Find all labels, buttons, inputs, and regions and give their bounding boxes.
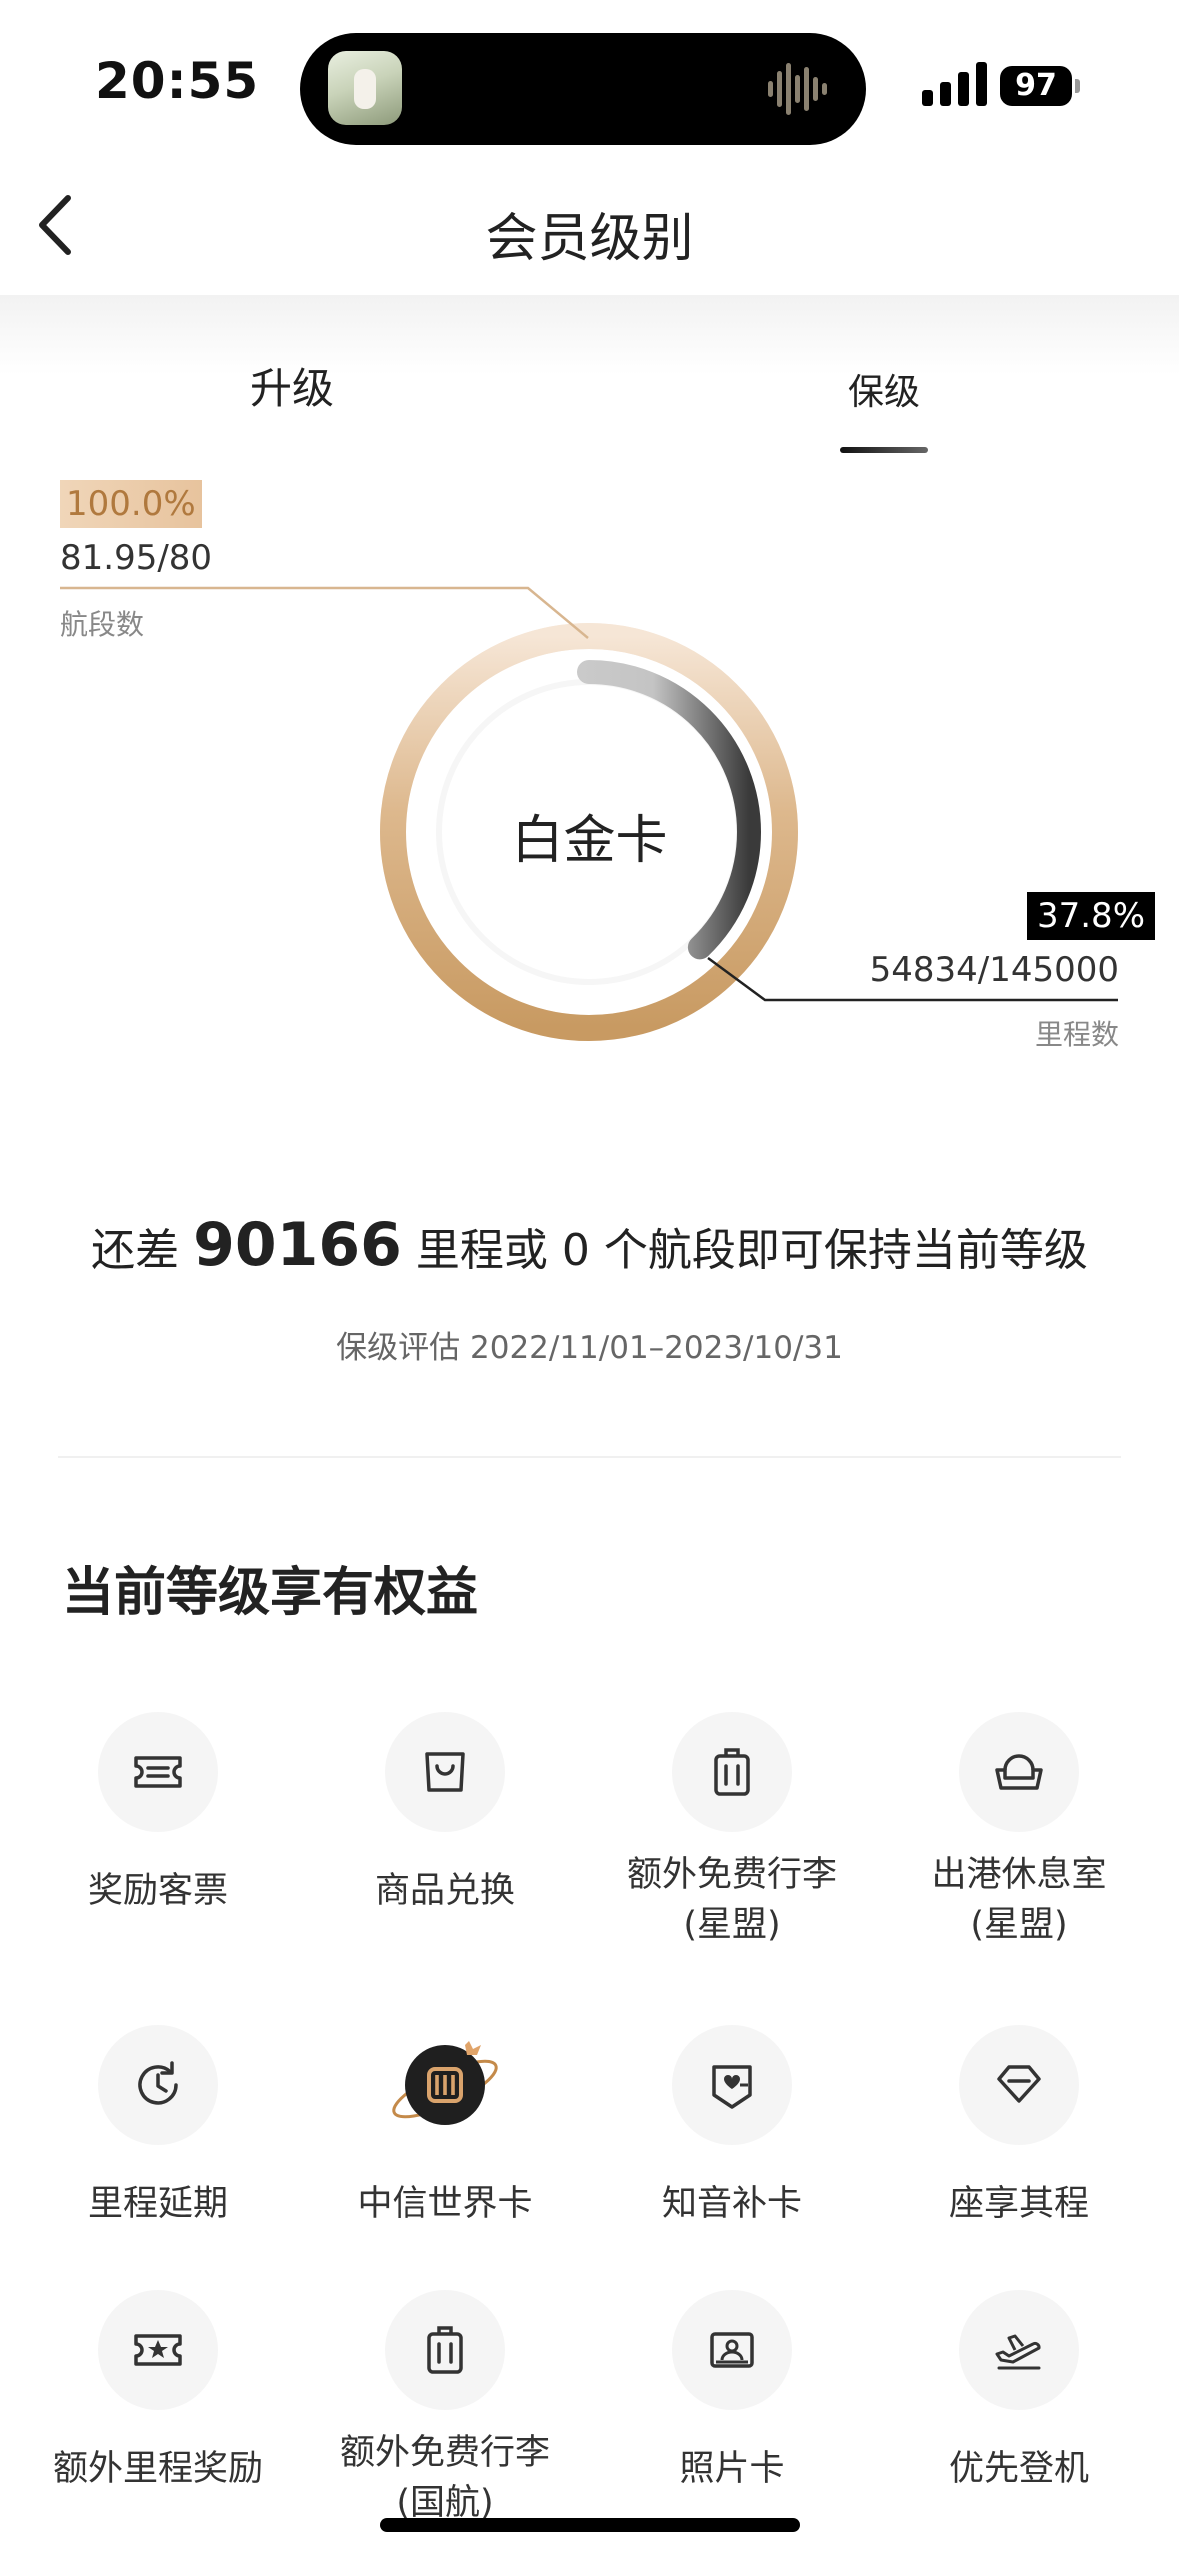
segments-percent-badge: 100.0% bbox=[60, 480, 202, 528]
miles-label: 里程数 bbox=[1034, 1018, 1119, 1051]
segments-value: 81.95/80 bbox=[60, 538, 213, 578]
miles-value: 54834/145000 bbox=[869, 950, 1119, 990]
clock-refresh-icon bbox=[98, 2025, 218, 2145]
card-plus-icon bbox=[672, 2025, 792, 2145]
diamond-seat-icon bbox=[959, 2025, 1079, 2145]
remain-middle: 里程或 bbox=[415, 1225, 548, 1276]
benefit-item[interactable]: 出港休息室 (星盟) bbox=[876, 1712, 1162, 1950]
shopping-bag-icon bbox=[385, 1712, 505, 1832]
airplane-takeoff-icon bbox=[959, 2290, 1079, 2410]
remain-segments: 0 bbox=[561, 1225, 590, 1276]
benefit-item[interactable]: 座享其程 bbox=[876, 2025, 1162, 2229]
remain-prefix: 还差 bbox=[91, 1225, 180, 1276]
benefit-label: 出港休息室 (星盟) bbox=[931, 1855, 1107, 1945]
benefit-label: 额外免费行李 (国航) bbox=[339, 2433, 550, 2523]
miles-percent-badge: 37.8% bbox=[1026, 892, 1155, 940]
ticket-icon bbox=[98, 1712, 218, 1832]
benefit-label: 中信世界卡 bbox=[357, 2184, 533, 2224]
remaining-requirement: 还差 90166 里程或 0 个航段即可保持当前等级 bbox=[0, 1210, 1179, 1280]
benefit-item[interactable]: 奖励客票 bbox=[15, 1712, 301, 1916]
benefit-item[interactable]: 里程延期 bbox=[15, 2025, 301, 2229]
star-ticket-icon bbox=[98, 2290, 218, 2410]
benefit-item[interactable]: 知音补卡 bbox=[589, 2025, 875, 2229]
benefit-item[interactable]: 额外免费行李 (星盟) bbox=[589, 1712, 875, 1950]
remain-miles: 90166 bbox=[193, 1210, 402, 1280]
evaluation-period: 保级评估 2022/11/01–2023/10/31 bbox=[336, 1330, 843, 1366]
benefit-label: 优先登机 bbox=[948, 2449, 1089, 2489]
benefit-label: 照片卡 bbox=[679, 2449, 785, 2489]
benefit-item[interactable]: 照片卡 bbox=[589, 2290, 875, 2494]
benefit-item[interactable]: 中信世界卡 bbox=[302, 2025, 588, 2229]
citic-card-icon bbox=[385, 2025, 505, 2145]
photo-card-icon bbox=[672, 2290, 792, 2410]
benefit-label: 额外免费行李 (星盟) bbox=[626, 1855, 837, 1945]
remain-suffix: 个航段即可保持当前等级 bbox=[603, 1225, 1088, 1276]
section-divider bbox=[58, 1456, 1121, 1458]
benefit-item[interactable]: 额外里程奖励 bbox=[15, 2290, 301, 2494]
segments-label: 航段数 bbox=[60, 608, 145, 641]
benefit-label: 商品兑换 bbox=[374, 1871, 515, 1911]
benefit-label: 里程延期 bbox=[87, 2184, 228, 2224]
benefit-label: 额外里程奖励 bbox=[52, 2449, 263, 2489]
luggage-icon bbox=[385, 2290, 505, 2410]
benefit-item[interactable]: 额外免费行李 (国航) bbox=[302, 2290, 588, 2528]
benefit-label: 座享其程 bbox=[948, 2184, 1089, 2224]
benefit-label: 知音补卡 bbox=[661, 2184, 802, 2224]
benefit-item[interactable]: 优先登机 bbox=[876, 2290, 1162, 2494]
benefits-title: 当前等级享有权益 bbox=[62, 1563, 479, 1623]
home-indicator[interactable] bbox=[380, 2518, 800, 2532]
lounge-sofa-icon bbox=[959, 1712, 1079, 1832]
tier-name: 白金卡 bbox=[511, 811, 668, 871]
luggage-icon bbox=[672, 1712, 792, 1832]
benefit-label: 奖励客票 bbox=[87, 1871, 228, 1911]
benefit-item[interactable]: 商品兑换 bbox=[302, 1712, 588, 1916]
